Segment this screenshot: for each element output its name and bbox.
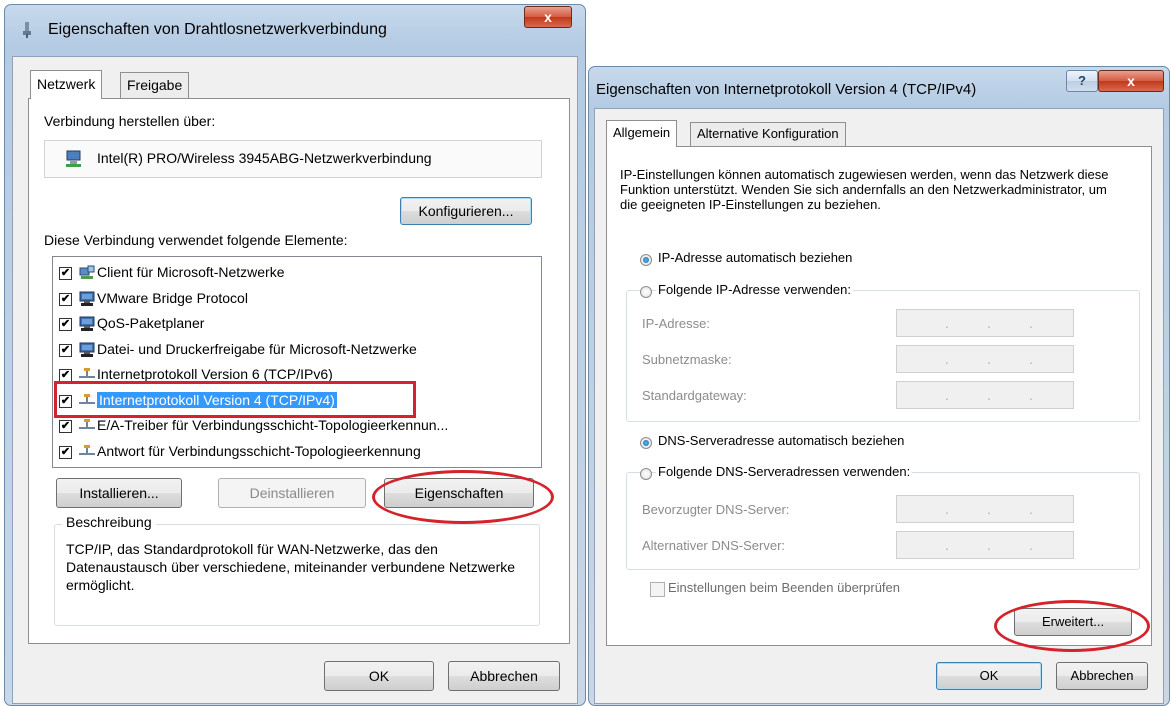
- left-dialog-title: Eigenschaften von Drahtlosnetzwerkverbin…: [48, 21, 387, 38]
- ip-auto-radio[interactable]: [640, 254, 652, 266]
- ip-address-input[interactable]: ...: [896, 309, 1074, 337]
- list-item-label: E/A-Treiber für Verbindungsschicht-Topol…: [97, 417, 449, 433]
- protocol-icon: [79, 367, 95, 382]
- description-label: Beschreibung: [62, 514, 156, 530]
- elements-list[interactable]: ✔ Client für Microsoft-Netzwerke ✔ VMware B…: [52, 256, 542, 468]
- computer-service-icon: [79, 342, 95, 357]
- item-checkbox[interactable]: ✔: [59, 292, 72, 306]
- computer-service-icon: [79, 291, 95, 306]
- dns-manual-label: Folgende DNS-Serveradressen verwenden:: [656, 464, 913, 479]
- list-item-label: Antwort für Verbindungsschicht-Topologie…: [97, 442, 421, 459]
- default-gateway-input[interactable]: ...: [896, 381, 1074, 409]
- intro-text: IP-Einstellungen können automatisch zuge…: [620, 167, 1109, 212]
- network-client-icon: [79, 265, 95, 280]
- adapter-name: Intel(R) PRO/Wireless 3945ABG-Netzwerkve…: [97, 150, 432, 166]
- tab-freigabe[interactable]: Freigabe: [120, 72, 190, 99]
- network-adapter-icon: [65, 150, 83, 168]
- preferred-dns-label: Bevorzugter DNS-Server:: [642, 502, 790, 517]
- tab-allgemein[interactable]: Allgemein: [606, 120, 678, 147]
- right-cancel-button[interactable]: Abbrechen: [1056, 662, 1148, 690]
- ip-address-label: IP-Adresse:: [642, 316, 710, 331]
- default-gateway-label: Standardgateway:: [642, 388, 747, 403]
- list-item[interactable]: ✔ Client für Microsoft-Netzwerke: [59, 263, 535, 285]
- computer-service-icon: [79, 316, 95, 331]
- left-close-button[interactable]: x: [524, 6, 572, 28]
- list-item[interactable]: ✔ Antwort für Verbindungsschicht-Topologi…: [59, 442, 535, 464]
- item-checkbox[interactable]: ✔: [59, 420, 72, 433]
- protocol-icon: [79, 444, 95, 459]
- list-item-label: Internetprotokoll Version 6 (TCP/IPv6): [97, 366, 333, 382]
- dialog-network-icon: [22, 22, 32, 38]
- right-dialog-title: Eigenschaften von Internetprotokoll Vers…: [596, 81, 977, 98]
- item-checkbox[interactable]: ✔: [59, 343, 72, 357]
- ip-auto-label: IP-Adresse automatisch beziehen: [658, 250, 853, 265]
- ip-manual-label: Folgende IP-Adresse verwenden:: [656, 282, 853, 297]
- list-item[interactable]: ✔ Datei- und Druckerfreigabe für Microsof…: [59, 340, 535, 362]
- uninstall-button[interactable]: Deinstallieren: [218, 478, 366, 508]
- item-checkbox[interactable]: ✔: [59, 318, 72, 331]
- highlight-advanced-ellipse: [994, 600, 1150, 652]
- right-close-button[interactable]: x: [1098, 70, 1164, 92]
- adapter-box: Intel(R) PRO/Wireless 3945ABG-Netzwerkve…: [44, 140, 542, 178]
- alternate-dns-label: Alternativer DNS-Server:: [642, 538, 786, 553]
- item-checkbox[interactable]: ✔: [59, 267, 72, 280]
- subnet-mask-label: Subnetzmaske:: [642, 352, 732, 367]
- description-text: TCP/IP, das Standardprotokoll für WAN-Ne…: [66, 541, 516, 593]
- highlight-properties-ellipse: [372, 470, 554, 524]
- protocol-icon: [79, 418, 95, 433]
- dns-auto-radio[interactable]: [640, 437, 652, 449]
- help-button[interactable]: ?: [1066, 70, 1098, 92]
- ip-manual-radio[interactable]: [640, 286, 652, 298]
- subnet-mask-input[interactable]: ...: [896, 345, 1074, 373]
- dns-manual-radio[interactable]: [640, 468, 652, 480]
- list-item-label: Datei- und Druckerfreigabe für Microsoft…: [97, 340, 417, 357]
- list-item[interactable]: ✔ VMware Bridge Protocol: [59, 289, 535, 311]
- install-button[interactable]: Installieren...: [56, 478, 182, 508]
- tab-alternative-konfiguration[interactable]: Alternative Konfiguration: [690, 122, 846, 147]
- connect-via-label: Verbindung herstellen über:: [44, 113, 216, 129]
- item-checkbox[interactable]: ✔: [59, 445, 72, 459]
- left-cancel-button[interactable]: Abbrechen: [448, 661, 560, 691]
- list-item[interactable]: ✔ E/A-Treiber für Verbindungsschicht-Topo…: [59, 416, 535, 438]
- right-ok-button[interactable]: OK: [936, 662, 1042, 690]
- list-item[interactable]: ✔ QoS-Paketplaner: [59, 314, 535, 336]
- highlight-ipv4-rectangle: [54, 381, 416, 418]
- dns-auto-label: DNS-Serveradresse automatisch beziehen: [658, 433, 905, 448]
- left-ok-button[interactable]: OK: [324, 661, 434, 691]
- list-item-label: VMware Bridge Protocol: [97, 289, 248, 306]
- alternate-dns-input[interactable]: ...: [896, 531, 1074, 559]
- configure-button[interactable]: Konfigurieren...: [400, 197, 532, 225]
- list-item-label: QoS-Paketplaner: [97, 315, 205, 331]
- tab-netzwerk[interactable]: Netzwerk: [30, 70, 103, 99]
- elements-label: Diese Verbindung verwendet folgende Elem…: [44, 232, 348, 248]
- validate-label: Einstellungen beim Beenden überprüfen: [668, 580, 901, 595]
- preferred-dns-input[interactable]: ...: [896, 495, 1074, 523]
- list-item-label: Client für Microsoft-Netzwerke: [97, 264, 285, 280]
- validate-checkbox[interactable]: [650, 582, 665, 597]
